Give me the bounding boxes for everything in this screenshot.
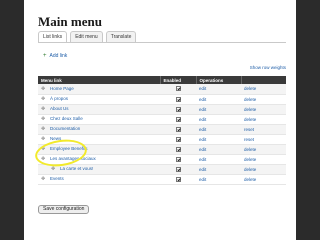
menu-link-title[interactable]: À propos bbox=[50, 96, 68, 101]
enabled-checkbox[interactable] bbox=[175, 136, 181, 142]
table-row: ✥ About Us edit delete bbox=[38, 104, 286, 115]
enabled-cell bbox=[160, 124, 196, 135]
delete-link[interactable]: delete bbox=[241, 174, 286, 185]
drag-handle-icon[interactable]: ✥ bbox=[41, 106, 47, 112]
menu-link-cell: ✥ Documentation bbox=[38, 124, 160, 135]
reset-link[interactable]: reset bbox=[241, 134, 286, 145]
table-row: ✥ Documentation edit reset bbox=[38, 124, 286, 135]
delete-link[interactable]: delete bbox=[241, 144, 286, 155]
edit-link[interactable]: edit bbox=[196, 114, 241, 125]
menu-link-title[interactable]: Events bbox=[50, 176, 64, 181]
menu-link-title[interactable]: Home Page bbox=[50, 86, 74, 91]
enabled-checkbox[interactable] bbox=[175, 176, 181, 182]
enabled-checkbox[interactable] bbox=[175, 146, 181, 152]
drag-handle-icon[interactable]: ✥ bbox=[41, 176, 47, 182]
edit-link[interactable]: edit bbox=[196, 124, 241, 135]
enabled-cell bbox=[160, 144, 196, 155]
menu-link-title[interactable]: Documentation bbox=[50, 126, 80, 131]
edit-link[interactable]: edit bbox=[196, 84, 241, 95]
add-link-label[interactable]: Add link bbox=[50, 53, 68, 60]
menu-links-table: Menu link Enabled Operations ✥ Home Page e… bbox=[38, 76, 286, 185]
enabled-checkbox[interactable] bbox=[175, 126, 181, 132]
drag-handle-icon[interactable]: ✥ bbox=[41, 116, 47, 122]
enabled-cell bbox=[160, 114, 196, 125]
enabled-checkbox[interactable] bbox=[175, 106, 181, 112]
enabled-checkbox[interactable] bbox=[175, 86, 181, 92]
enabled-cell bbox=[160, 84, 196, 95]
edit-link[interactable]: edit bbox=[196, 144, 241, 155]
drag-handle-icon[interactable]: ✥ bbox=[51, 166, 57, 172]
menu-link-title[interactable]: Chez deux Salle bbox=[50, 116, 83, 121]
enabled-cell bbox=[160, 134, 196, 145]
tab-translate[interactable]: Translate bbox=[105, 31, 137, 42]
tab-bar: List links Edit menu Translate bbox=[38, 31, 137, 42]
table-row: ✥ Home Page edit delete bbox=[38, 84, 286, 95]
edit-link[interactable]: edit bbox=[196, 104, 241, 115]
page-title: Main menu bbox=[38, 14, 102, 29]
header-enabled: Enabled bbox=[160, 76, 197, 84]
tab-divider bbox=[38, 42, 286, 43]
menu-link-title[interactable]: About Us bbox=[50, 106, 69, 111]
table-row: ✥ La carte et vous! edit delete bbox=[38, 164, 286, 175]
delete-link[interactable]: delete bbox=[241, 84, 286, 95]
add-link-action[interactable]: + Add link bbox=[43, 53, 67, 60]
table-row: ✥ À propos edit delete bbox=[38, 94, 286, 105]
menu-link-cell: ✥ Home Page bbox=[38, 84, 160, 95]
enabled-checkbox[interactable] bbox=[175, 116, 181, 122]
tab-list-links[interactable]: List links bbox=[38, 31, 68, 42]
enabled-cell bbox=[160, 174, 196, 185]
table-row: ✥ Chez deux Salle edit delete bbox=[38, 114, 286, 125]
header-operations: Operations bbox=[196, 76, 242, 84]
menu-link-cell: ✥ Chez deux Salle bbox=[38, 114, 160, 125]
menu-link-cell: ✥ About Us bbox=[38, 104, 160, 115]
table-row: ✥ Events edit delete bbox=[38, 174, 286, 185]
menu-link-cell: ✥ Events bbox=[38, 174, 160, 185]
enabled-cell bbox=[160, 164, 196, 175]
enabled-cell bbox=[160, 94, 196, 105]
delete-link[interactable]: delete bbox=[241, 114, 286, 125]
drag-handle-icon[interactable]: ✥ bbox=[41, 86, 47, 92]
edit-link[interactable]: edit bbox=[196, 164, 241, 175]
edit-link[interactable]: edit bbox=[196, 134, 241, 145]
enabled-cell bbox=[160, 154, 196, 165]
tab-edit-menu[interactable]: Edit menu bbox=[70, 31, 103, 42]
enabled-checkbox[interactable] bbox=[175, 166, 181, 172]
delete-link[interactable]: delete bbox=[241, 164, 286, 175]
header-menu-link: Menu link bbox=[38, 76, 161, 84]
delete-link[interactable]: delete bbox=[241, 104, 286, 115]
edit-link[interactable]: edit bbox=[196, 174, 241, 185]
menu-link-cell: ✥ À propos bbox=[38, 94, 160, 105]
show-row-weights-link[interactable]: Show row weights bbox=[250, 65, 286, 70]
edit-link[interactable]: edit bbox=[196, 154, 241, 165]
reset-link[interactable]: reset bbox=[241, 124, 286, 135]
admin-page: Main menu List links Edit menu Translate… bbox=[24, 0, 296, 240]
plus-icon: + bbox=[43, 53, 47, 59]
enabled-cell bbox=[160, 104, 196, 115]
edit-link[interactable]: edit bbox=[196, 94, 241, 105]
drag-handle-icon[interactable]: ✥ bbox=[41, 96, 47, 102]
enabled-checkbox[interactable] bbox=[175, 96, 181, 102]
delete-link[interactable]: delete bbox=[241, 154, 286, 165]
drag-handle-icon[interactable]: ✥ bbox=[41, 126, 47, 132]
save-configuration-button[interactable]: Save configuration bbox=[38, 205, 90, 214]
header-operations-extra bbox=[241, 76, 286, 84]
delete-link[interactable]: delete bbox=[241, 94, 286, 105]
drag-handle-icon[interactable]: ✥ bbox=[41, 136, 47, 142]
menu-link-title[interactable]: La carte et vous! bbox=[60, 166, 93, 171]
enabled-checkbox[interactable] bbox=[175, 156, 181, 162]
